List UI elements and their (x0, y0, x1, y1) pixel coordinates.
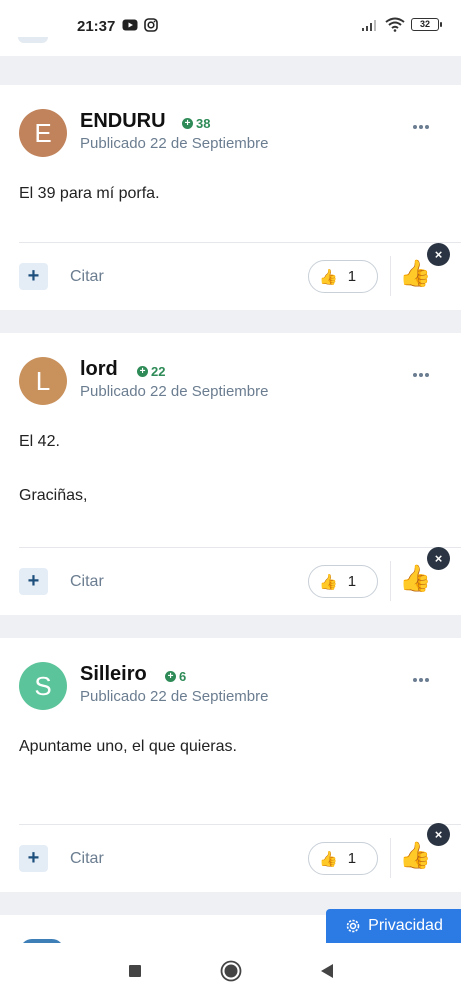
cite-button[interactable]: Citar (70, 850, 104, 868)
close-icon[interactable]: × (427, 243, 450, 266)
post-text: Apuntame uno, el que quieras. (19, 738, 237, 755)
more-options-icon[interactable] (413, 125, 429, 129)
close-icon[interactable]: × (427, 547, 450, 570)
divider (19, 824, 461, 825)
divider (390, 561, 391, 601)
divider (19, 242, 461, 243)
thumbs-up-icon: 👍 (319, 573, 338, 591)
privacy-button[interactable]: Privacidad (326, 909, 461, 943)
status-bar: 21:37 32 (0, 0, 461, 56)
post-card: E ENDURU +38 Publicado 22 de Septiembre … (0, 85, 461, 310)
post-content: Apuntame uno, el que quieras. (19, 736, 237, 758)
reaction-count-button[interactable]: 👍 1 (308, 565, 378, 598)
status-time: 21:37 (77, 18, 116, 35)
reputation-icon: + (182, 118, 193, 129)
battery-icon: 32 (411, 18, 442, 31)
notification-icons (122, 18, 158, 32)
divider (390, 256, 391, 296)
author-name[interactable]: lord (80, 358, 118, 381)
multiquote-button[interactable]: + (19, 845, 48, 872)
post-date[interactable]: Publicado 22 de Septiembre (80, 688, 268, 705)
divider (19, 547, 461, 548)
gear-icon (346, 919, 360, 933)
thumbs-up-icon[interactable]: 👍 (399, 258, 431, 289)
reaction-count-button[interactable]: 👍 1 (308, 842, 378, 875)
multiquote-button[interactable]: + (19, 263, 48, 290)
cite-button[interactable]: Citar (70, 573, 104, 591)
back-icon[interactable] (320, 963, 334, 979)
wifi-icon (385, 17, 405, 32)
post-actions: + Citar 👍 1 👍 (0, 836, 461, 882)
post-card: S Silleiro +6 Publicado 22 de Septiembre… (0, 638, 461, 892)
divider (390, 838, 391, 878)
post-text: El 39 para mí porfa. (19, 185, 160, 202)
thumbs-up-icon[interactable]: 👍 (399, 840, 431, 871)
reputation-badge: +38 (182, 116, 210, 131)
privacy-label: Privacidad (368, 917, 443, 934)
avatar[interactable]: E (19, 109, 67, 157)
reputation-icon: + (165, 671, 176, 682)
avatar[interactable]: L (19, 357, 67, 405)
post-date[interactable]: Publicado 22 de Septiembre (80, 383, 268, 400)
instagram-icon (144, 18, 158, 32)
post-text: El 42. (19, 433, 60, 450)
reputation-badge: +22 (137, 364, 165, 379)
signal-icon (362, 19, 376, 31)
post-text: Graciñas, (19, 487, 88, 504)
author-name[interactable]: Silleiro (80, 663, 147, 686)
more-options-icon[interactable] (413, 678, 429, 682)
more-options-icon[interactable] (413, 373, 429, 377)
reputation-icon: + (137, 366, 148, 377)
post-actions: + Citar 👍 1 👍 (0, 559, 461, 605)
post-content: El 42. Graciñas, (19, 431, 87, 507)
navigation-bar (0, 943, 461, 998)
reaction-count-button[interactable]: 👍 1 (308, 260, 378, 293)
cite-button[interactable]: Citar (70, 268, 104, 286)
recents-icon[interactable] (128, 964, 142, 978)
system-icons: 32 (361, 17, 442, 32)
thumbs-up-icon: 👍 (319, 850, 338, 868)
thumbs-up-icon[interactable]: 👍 (399, 563, 431, 594)
youtube-icon (122, 19, 138, 31)
post-content: El 39 para mí porfa. (19, 183, 160, 205)
author-name[interactable]: ENDURU (80, 110, 166, 133)
home-icon[interactable] (220, 960, 242, 982)
reputation-badge: +6 (165, 669, 186, 684)
multiquote-button[interactable]: + (19, 568, 48, 595)
post-card: L lord +22 Publicado 22 de Septiembre El… (0, 333, 461, 615)
previous-post-stub (18, 37, 48, 43)
thumbs-up-icon: 👍 (319, 268, 338, 286)
post-date[interactable]: Publicado 22 de Septiembre (80, 135, 268, 152)
avatar[interactable]: S (19, 662, 67, 710)
close-icon[interactable]: × (427, 823, 450, 846)
post-actions: + Citar 👍 1 👍 (0, 254, 461, 300)
